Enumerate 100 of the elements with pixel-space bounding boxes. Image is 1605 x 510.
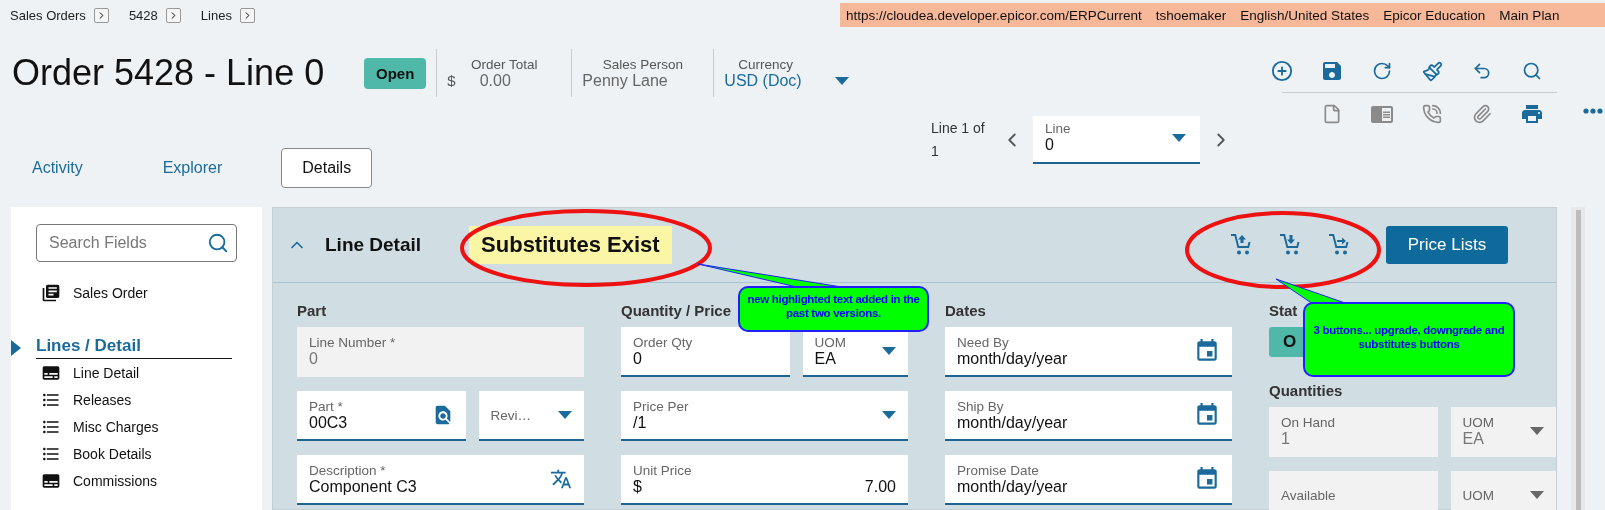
input-field[interactable]: Part * 00C3: [297, 391, 466, 441]
field-label: UOM: [1462, 414, 1496, 430]
info-label: Sales Person: [601, 56, 684, 72]
dropdown-field[interactable]: Revi…: [478, 391, 584, 441]
field-value: /1: [633, 413, 648, 432]
dropdown-icon: [1530, 491, 1544, 499]
printer-icon: [1520, 102, 1544, 126]
dropdown-icon: [1530, 427, 1544, 435]
cards-icon: [41, 282, 61, 303]
field-label: UOM: [814, 334, 848, 350]
field-value: 0: [633, 349, 643, 368]
sidebar-section[interactable]: Lines / Detail: [36, 336, 232, 359]
field-value: month/day/year: [957, 477, 1069, 496]
field-label: Available: [1281, 487, 1337, 503]
field-label: Line: [1045, 121, 1071, 136]
field-value: 0: [309, 349, 319, 368]
field-value: EA: [814, 349, 837, 368]
field-value: EA: [1462, 429, 1485, 448]
currency-dropdown[interactable]: USD (Doc): [724, 71, 802, 90]
refresh-icon: [1372, 61, 1392, 81]
more-button[interactable]: [1583, 108, 1603, 114]
input-field[interactable]: Order Qty 0: [621, 327, 790, 377]
group-heading: Dates: [945, 301, 986, 319]
broom-icon: [1421, 60, 1443, 82]
breadcrumb-link[interactable]: Sales Orders: [10, 7, 86, 23]
currency-symbol: $: [633, 477, 642, 496]
calendar-icon: [1194, 402, 1220, 428]
environment-text: Epicor Education: [1383, 7, 1486, 23]
tab[interactable]: Details: [281, 148, 373, 188]
tab[interactable]: Activity: [12, 148, 104, 188]
field-value: month/day/year: [957, 413, 1069, 432]
chevron-button[interactable]: [93, 7, 109, 23]
save-icon: [1320, 59, 1344, 83]
group-heading: Quantity / Price: [621, 301, 732, 319]
input-field[interactable]: Promise Date month/day/year: [945, 455, 1232, 505]
field-label: UOM: [1462, 487, 1496, 503]
sidebar-item[interactable]: Misc Charges: [11, 413, 262, 440]
field-value: 1: [1281, 429, 1291, 448]
chevron-button[interactable]: [165, 7, 181, 23]
input-field[interactable]: Description * Component C3: [297, 455, 584, 505]
line-dropdown[interactable]: Line 0: [1033, 116, 1200, 164]
input-field[interactable]: Ship By month/day/year: [945, 391, 1232, 441]
page-title: Order 5428 - Line 0: [12, 52, 326, 94]
sidebar-item[interactable]: Releases: [11, 386, 262, 413]
chevron-button[interactable]: [239, 7, 255, 23]
paperclip-icon: [1472, 104, 1492, 124]
group-heading: Quantities: [1269, 381, 1343, 399]
field-label: Description *: [309, 462, 387, 478]
price-lists-button[interactable]: Price Lists: [1386, 226, 1508, 264]
breadcrumb-link[interactable]: 5428: [128, 7, 158, 23]
environment-text: https://cloudea.developer.epicor.com/ERPCurrent: [846, 7, 1142, 23]
dropdown-field[interactable]: Price Per /1: [621, 391, 908, 441]
sidebar-item[interactable]: Sales Order: [11, 279, 262, 306]
scrollbar[interactable]: [1571, 207, 1585, 510]
field-label: On Hand: [1281, 414, 1337, 430]
field-value: 7.00: [864, 477, 896, 496]
search-icon: [207, 232, 229, 254]
sidebar-item[interactable]: Book Details: [11, 440, 262, 467]
field-label: Order Qty: [633, 334, 694, 350]
add-icon: [1271, 60, 1293, 82]
calendar-icon: [1194, 466, 1220, 492]
more-icon: [1583, 108, 1603, 114]
field-label: Need By: [957, 334, 1010, 350]
field-label: Revi…: [490, 407, 533, 423]
sidebar-item[interactable]: Line Detail: [11, 359, 262, 386]
input-field[interactable]: Need By month/day/year: [945, 327, 1232, 377]
sidebar-item[interactable]: Commissions: [11, 467, 262, 494]
group-heading: Stat: [1269, 301, 1298, 319]
field-label: Unit Price: [633, 462, 693, 478]
field-value: month/day/year: [957, 349, 1069, 368]
breadcrumb-link[interactable]: Lines: [200, 7, 232, 23]
line-position: Line 1 of 1: [931, 118, 986, 161]
field-label: Part *: [309, 398, 344, 414]
dropdown-icon: [558, 411, 572, 419]
environment-text: English/United States: [1240, 7, 1370, 23]
field-label: Ship By: [957, 398, 1005, 414]
sales-person-value: Penny Lane: [582, 71, 669, 90]
info-label: Currency: [737, 56, 795, 72]
search-icon: [1522, 61, 1542, 81]
currency-symbol: $: [447, 72, 456, 89]
page-icon: [1322, 104, 1342, 124]
undo-icon: [1472, 61, 1492, 81]
search-field[interactable]: Search Fields: [36, 224, 237, 262]
calendar-icon: [1194, 338, 1220, 364]
status-badge: Open: [364, 57, 427, 89]
field-label: Line Number *: [309, 334, 397, 350]
tab[interactable]: Explorer: [141, 148, 244, 188]
environment-text: Main Plan: [1499, 7, 1560, 23]
input-field[interactable]: Unit Price $ 7.00: [621, 455, 908, 505]
dropdown-icon: [882, 411, 896, 419]
field-label: Price Per: [633, 398, 690, 414]
dropdown-icon: [882, 347, 896, 355]
info-label: Order Total: [470, 56, 539, 72]
dropdown-icon: [1172, 134, 1186, 142]
field-value: 00C3: [309, 413, 349, 432]
field-label: Promise Date: [957, 462, 1040, 478]
field-value: Component C3: [309, 477, 418, 496]
order-total-value: 0.00: [479, 71, 511, 90]
group-heading: Part: [297, 301, 327, 319]
environment-text: tshoemaker: [1155, 7, 1227, 23]
